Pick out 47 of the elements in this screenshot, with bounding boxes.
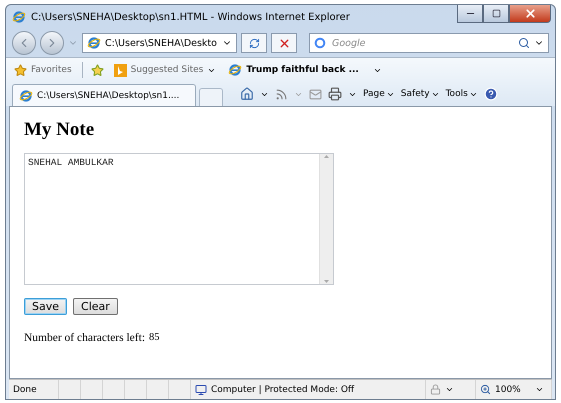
search-box[interactable]: Google: [309, 33, 549, 53]
window-title: C:\Users\SNEHA\Desktop\sn1.HTML - Windows Internet Explorer: [31, 12, 351, 22]
search-icon[interactable]: [518, 37, 530, 49]
caret-icon[interactable]: [534, 385, 544, 394]
status-text: Done: [13, 384, 37, 394]
add-favorite-icon[interactable]: [90, 64, 104, 76]
menu-button[interactable]: Tools: [446, 89, 478, 99]
feeds-icon[interactable]: [275, 88, 288, 100]
back-button[interactable]: [12, 31, 36, 55]
zoom-icon[interactable]: [480, 384, 491, 395]
favorites-button[interactable]: Favorites: [12, 64, 74, 76]
counter-value: 85: [149, 332, 160, 344]
browser-tab[interactable]: C:\Users\SNEHA\Desktop\sn1....: [12, 84, 196, 106]
favorites-link[interactable]: Trump faithful back ...: [226, 63, 384, 77]
browser-icon: [12, 10, 26, 24]
close-button[interactable]: [509, 5, 551, 23]
page-heading: My Note: [24, 119, 96, 141]
maximize-icon: [492, 9, 500, 18]
menu-button[interactable]: Safety: [400, 89, 440, 99]
home-icon[interactable]: [240, 87, 254, 101]
sites-icon: [114, 64, 127, 76]
maximize-button[interactable]: [483, 5, 509, 23]
stop-button[interactable]: [271, 33, 297, 53]
counter-label: Number of characters left:: [24, 332, 146, 344]
search-engine-icon: [314, 37, 326, 49]
refresh-button[interactable]: [241, 33, 267, 53]
menu-button[interactable]: Page: [363, 89, 395, 99]
help-icon[interactable]: [484, 87, 498, 101]
computer-icon: [195, 384, 207, 396]
browser-icon: [228, 63, 242, 77]
search-field[interactable]: Google: [330, 36, 514, 50]
print-icon[interactable]: [328, 87, 342, 101]
stop-icon: [278, 36, 290, 50]
close-icon: [524, 7, 536, 20]
refresh-icon: [248, 38, 260, 48]
clear-button[interactable]: Clear: [73, 298, 118, 315]
star-icon: [14, 64, 27, 76]
browser-icon: [19, 88, 33, 102]
minimize-button[interactable]: [457, 5, 483, 23]
save-button[interactable]: Save: [24, 298, 68, 315]
browser-icon: [87, 36, 101, 50]
caret-icon[interactable]: [445, 385, 454, 394]
favorites-link[interactable]: Suggested Sites: [112, 64, 218, 76]
forward-button[interactable]: [40, 31, 64, 55]
zone-text: Computer | Protected Mode: Off: [211, 384, 354, 394]
address-field[interactable]: C:\Users\SNEHA\Deskto: [82, 33, 237, 53]
zoom-level[interactable]: 100%: [495, 384, 521, 394]
